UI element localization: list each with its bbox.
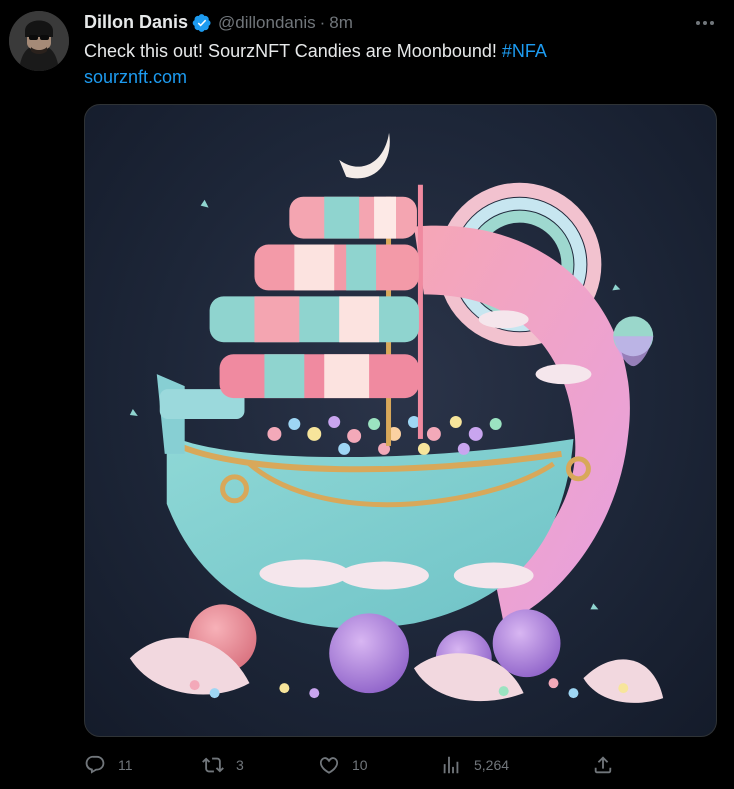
views-count: 5,264: [474, 757, 510, 773]
separator-dot: ·: [319, 12, 326, 32]
views-icon: [443, 756, 459, 774]
verified-badge-icon: [192, 13, 212, 33]
author-avatar[interactable]: [9, 11, 69, 71]
reply-button[interactable]: 11: [84, 748, 133, 782]
author-handle[interactable]: @dillondanis: [218, 13, 316, 33]
retweet-count: 3: [236, 757, 244, 773]
views-button[interactable]: 5,264: [440, 748, 509, 782]
tweet-media-image[interactable]: [84, 104, 717, 737]
tweet-timestamp[interactable]: 8m: [329, 13, 353, 33]
retweet-button[interactable]: 3: [202, 748, 244, 782]
tweet-text-main: Check this out! SourzNFT Candies are Moo…: [84, 41, 502, 61]
reply-count: 11: [118, 757, 133, 773]
retweet-icon: [202, 757, 224, 773]
share-icon: [594, 756, 612, 774]
author-name[interactable]: Dillon Danis: [84, 12, 188, 33]
tweet-header: Dillon Danis @dillondanis · 8m: [84, 12, 353, 33]
tweet-action-bar: 11 3 10 5,264: [84, 748, 624, 782]
hashtag-link[interactable]: #NFA: [502, 41, 547, 61]
more-icon[interactable]: [692, 12, 718, 34]
like-button[interactable]: 10: [318, 748, 368, 782]
share-button[interactable]: [592, 748, 614, 782]
tweet-link[interactable]: sourznft.com: [84, 66, 187, 88]
like-count: 10: [352, 757, 368, 773]
reply-icon: [85, 755, 105, 774]
tweet-text: Check this out! SourzNFT Candies are Moo…: [84, 40, 547, 62]
like-icon: [319, 757, 339, 774]
